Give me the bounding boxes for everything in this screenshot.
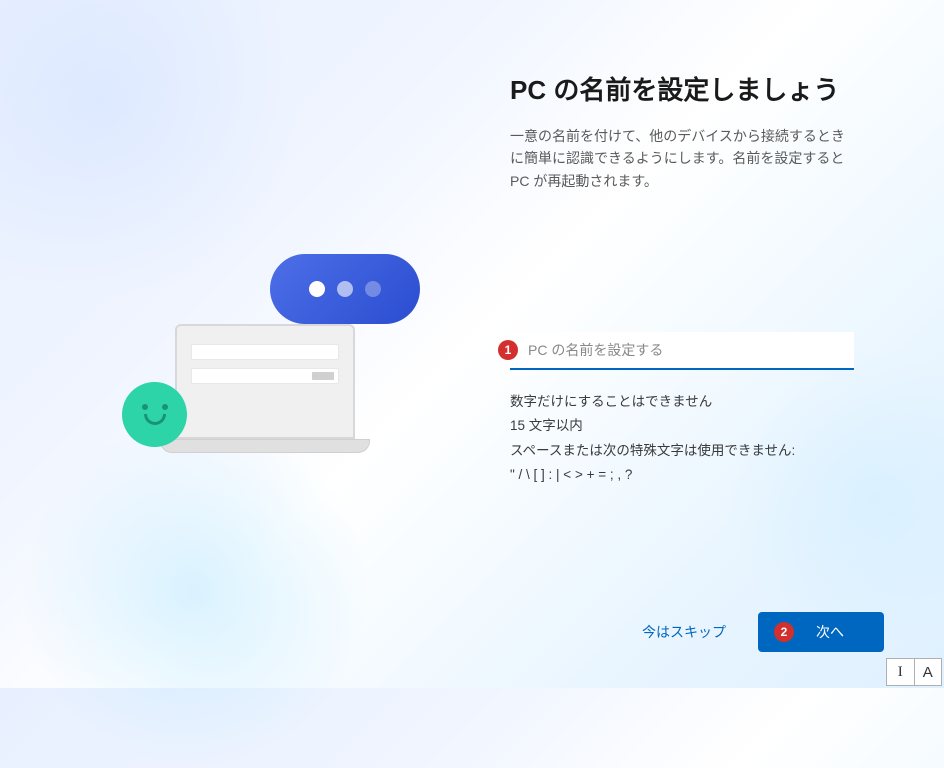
rule-numeric: 数字だけにすることはできません (510, 390, 854, 414)
rule-chars-list: " / \ [ ] : | < > + = ; , ? (510, 463, 854, 487)
next-button[interactable]: 2 次へ (758, 612, 884, 652)
rule-chars-label: スペースまたは次の特殊文字は使用できません: (510, 439, 854, 463)
page-title: PC の名前を設定しましょう (510, 70, 854, 107)
smiley-icon (122, 382, 187, 447)
pc-illustration (140, 259, 400, 459)
annotation-badge-2: 2 (774, 622, 794, 642)
form-panel: PC の名前を設定しましょう 一意の名前を付けて、他のデバイスから接続するときに… (480, 70, 884, 648)
chat-bubble-icon (270, 254, 420, 324)
skip-button[interactable]: 今はスキップ (634, 612, 734, 652)
ime-input-mode[interactable]: I (887, 659, 915, 685)
page-subtitle: 一意の名前を付けて、他のデバイスから接続するときに簡単に認識できるようにします。… (510, 125, 854, 192)
ime-conversion-mode[interactable]: A (915, 659, 942, 685)
oobe-page: PC の名前を設定しましょう 一意の名前を付けて、他のデバイスから接続するときに… (0, 0, 944, 688)
rule-length: 15 文字以内 (510, 414, 854, 438)
next-button-label: 次へ (816, 624, 844, 640)
footer-actions: 今はスキップ 2 次へ (634, 612, 884, 652)
ime-indicator[interactable]: I A (886, 658, 942, 686)
pc-name-input[interactable] (510, 332, 854, 370)
pc-name-input-wrap: 1 (510, 332, 854, 370)
laptop-icon (160, 324, 370, 459)
illustration-panel (60, 70, 480, 648)
naming-rules: 数字だけにすることはできません 15 文字以内 スペースまたは次の特殊文字は使用… (510, 390, 854, 487)
